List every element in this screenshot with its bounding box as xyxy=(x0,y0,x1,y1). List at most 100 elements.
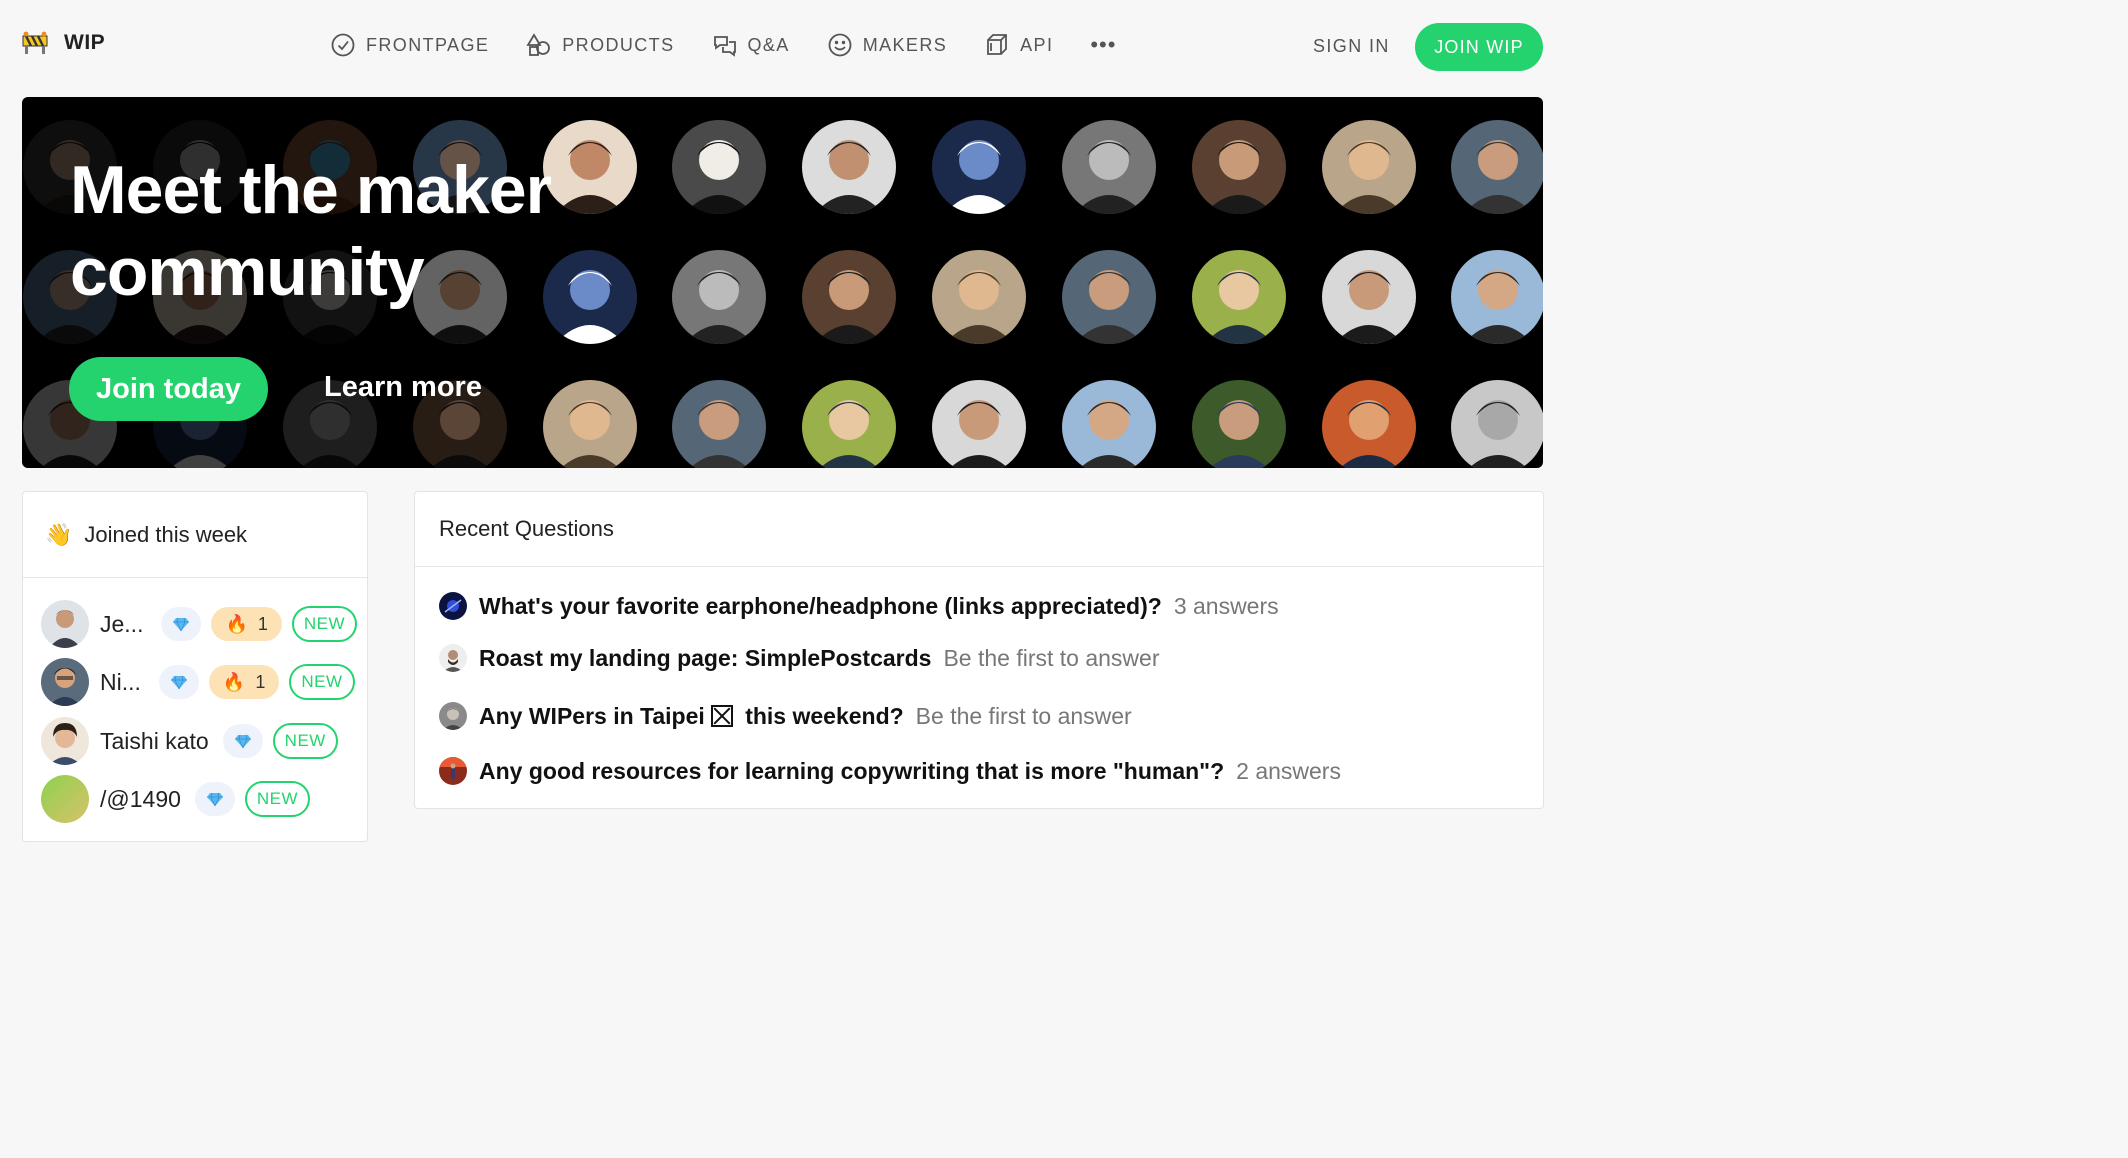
member-name: Ni... xyxy=(100,668,141,695)
join-today-button[interactable]: Join today xyxy=(69,357,268,421)
streak-count: 1 xyxy=(255,671,266,692)
recent-questions-card: Recent Questions What's your favorite ea… xyxy=(414,491,1544,809)
maker-avatar[interactable] xyxy=(1451,380,1543,468)
member-name: /@1490 xyxy=(100,785,181,812)
maker-avatar[interactable] xyxy=(1451,250,1543,344)
member-row[interactable]: Ni... 🔥 1 NEW xyxy=(41,658,355,706)
top-navigation: WIP FRONTPAGE PRODUCTS Q&A MAKERS API ••… xyxy=(0,0,1568,94)
maker-avatar[interactable] xyxy=(1062,380,1156,468)
maker-avatar[interactable] xyxy=(802,120,896,214)
maker-avatar[interactable] xyxy=(802,380,896,468)
question-title: Any WIPers in Taipei this weekend? xyxy=(479,703,904,730)
nav-api[interactable]: API xyxy=(984,32,1053,58)
cube-icon xyxy=(987,34,1008,55)
maker-avatar[interactable] xyxy=(932,120,1026,214)
new-badge: NEW xyxy=(289,664,355,700)
nav-api-label: API xyxy=(1020,34,1054,55)
gem-icon xyxy=(170,675,187,689)
maker-avatar[interactable] xyxy=(1192,380,1286,468)
question-item[interactable]: Any WIPers in Taipei this weekend? Be th… xyxy=(439,702,1132,730)
member-row[interactable]: Je... 🔥 1 NEW xyxy=(41,600,358,648)
logo[interactable]: WIP xyxy=(22,30,105,56)
gem-icon xyxy=(234,734,251,748)
maker-avatar[interactable] xyxy=(1322,120,1416,214)
question-title-part1: Any WIPers in Taipei xyxy=(479,702,705,729)
nav-qa[interactable]: Q&A xyxy=(712,32,790,58)
member-row[interactable]: Taishi kato NEW xyxy=(41,717,338,765)
avatar xyxy=(439,592,467,620)
maker-avatar[interactable] xyxy=(1192,250,1286,344)
maker-avatar[interactable] xyxy=(543,250,637,344)
maker-avatar[interactable] xyxy=(1322,380,1416,468)
new-badge: NEW xyxy=(291,606,358,642)
question-title-part2: this weekend? xyxy=(745,702,904,729)
gem-badge xyxy=(222,724,263,758)
avatar xyxy=(439,644,467,672)
maker-avatar[interactable] xyxy=(1192,120,1286,214)
avatar xyxy=(41,775,89,823)
missing-glyph-icon xyxy=(710,704,733,727)
joined-this-week-card: 👋 Joined this week Je... 🔥 1 NEW Ni... 🔥… xyxy=(22,491,368,842)
nav-makers-label: MAKERS xyxy=(862,34,948,55)
construction-barrier-icon xyxy=(22,31,48,54)
maker-avatar[interactable] xyxy=(1322,250,1416,344)
maker-avatar[interactable] xyxy=(1451,120,1543,214)
maker-avatar[interactable] xyxy=(672,250,766,344)
maker-avatar[interactable] xyxy=(1062,120,1156,214)
nav-frontpage[interactable]: FRONTPAGE xyxy=(330,32,489,58)
sign-in-link[interactable]: SIGN IN xyxy=(1313,36,1390,57)
question-item[interactable]: Roast my landing page: SimplePostcards B… xyxy=(439,644,1160,672)
maker-avatar[interactable] xyxy=(932,250,1026,344)
maker-avatar[interactable] xyxy=(672,120,766,214)
nav-products[interactable]: PRODUCTS xyxy=(526,32,674,58)
avatar xyxy=(439,702,467,730)
chat-bubbles-icon xyxy=(713,36,736,57)
member-row[interactable]: /@1490 NEW xyxy=(41,775,311,823)
question-title: What's your favorite earphone/headphone … xyxy=(479,592,1162,619)
nav-frontpage-label: FRONTPAGE xyxy=(366,34,490,55)
learn-more-link[interactable]: Learn more xyxy=(324,371,482,404)
maker-avatar[interactable] xyxy=(543,380,637,468)
maker-avatar[interactable] xyxy=(1062,250,1156,344)
gem-icon xyxy=(206,792,223,806)
brand-name: WIP xyxy=(64,31,106,54)
question-title: Any good resources for learning copywrit… xyxy=(479,757,1225,784)
maker-avatar[interactable] xyxy=(672,380,766,468)
more-menu-button[interactable]: ••• xyxy=(1090,32,1116,58)
question-item[interactable]: What's your favorite earphone/headphone … xyxy=(439,592,1279,620)
joined-title: Joined this week xyxy=(84,521,248,547)
avatar xyxy=(41,717,89,765)
avatar xyxy=(439,757,467,785)
new-badge: NEW xyxy=(244,781,311,817)
member-name: Taishi kato xyxy=(100,727,209,754)
gem-badge xyxy=(161,607,202,641)
shapes-icon xyxy=(526,33,551,56)
smiley-icon xyxy=(828,33,852,57)
hero-title-line2: community xyxy=(70,234,425,310)
maker-avatar[interactable] xyxy=(932,380,1026,468)
maker-avatar[interactable] xyxy=(543,120,637,214)
question-item[interactable]: Any good resources for learning copywrit… xyxy=(439,757,1341,785)
joined-header: 👋 Joined this week xyxy=(23,492,367,578)
nav-qa-label: Q&A xyxy=(747,34,790,55)
streak-badge: 🔥 1 xyxy=(211,607,282,641)
hero-title: Meet the maker community xyxy=(70,149,552,313)
answer-count: Be the first to answer xyxy=(943,644,1160,671)
question-title: Roast my landing page: SimplePostcards xyxy=(479,644,932,671)
avatar xyxy=(41,658,89,706)
hero-title-line1: Meet the maker xyxy=(70,152,552,228)
questions-title: Recent Questions xyxy=(415,492,1543,567)
member-name: Je... xyxy=(100,610,144,637)
streak-count: 1 xyxy=(257,613,268,634)
gem-badge xyxy=(194,782,235,816)
gem-icon xyxy=(173,617,190,631)
nav-makers[interactable]: MAKERS xyxy=(827,32,947,58)
check-circle-icon xyxy=(331,33,355,57)
avatar xyxy=(41,600,89,648)
join-wip-button[interactable]: JOIN WIP xyxy=(1415,23,1543,71)
nav-products-label: PRODUCTS xyxy=(562,34,675,55)
answer-count: 3 answers xyxy=(1173,592,1279,619)
maker-avatar[interactable] xyxy=(802,250,896,344)
waving-hand-icon: 👋 xyxy=(45,521,73,547)
new-badge: NEW xyxy=(272,723,338,759)
